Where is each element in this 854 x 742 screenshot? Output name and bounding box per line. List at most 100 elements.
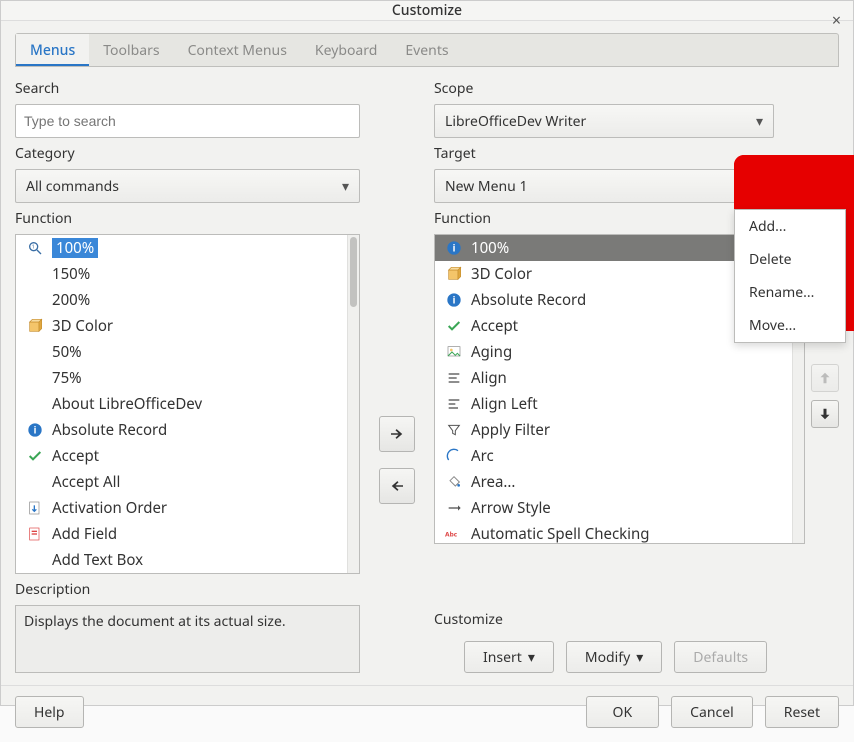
list-item-label: Add Field [52, 524, 117, 544]
filter-icon [445, 421, 463, 439]
list-item-label: Add Text Box [52, 550, 143, 570]
list-item-label: 150% [52, 264, 90, 284]
description-text: Displays the document at its actual size… [15, 605, 360, 673]
remove-from-target-button[interactable] [379, 468, 415, 504]
insert-button[interactable]: Insert▾ [464, 641, 554, 673]
blank-icon [26, 395, 44, 413]
function-list-left[interactable]: 1100% 150% 200% 3D Color 50% 75% About LibreOf… [15, 234, 360, 574]
scope-combo[interactable]: LibreOfficeDev Writer ▾ [434, 104, 774, 138]
check-icon [445, 317, 463, 335]
scope-value: LibreOfficeDev Writer [445, 112, 586, 131]
list-item[interactable]: 75% [16, 365, 359, 391]
scrollbar[interactable] [347, 235, 359, 573]
list-item-label: 200% [52, 290, 90, 310]
list-item-label: 3D Color [52, 316, 113, 336]
gear-menu-move[interactable]: Move... [735, 309, 845, 342]
list-item[interactable]: Align Left [435, 391, 804, 417]
list-item[interactable]: Activation Order [16, 495, 359, 521]
list-item[interactable]: Arrow Style [435, 495, 804, 521]
gear-menu-add[interactable]: Add... [735, 210, 845, 243]
list-item[interactable]: 150% [16, 261, 359, 287]
category-label: Category [15, 144, 360, 163]
dialog-footer: Help OK Cancel Reset [1, 685, 853, 742]
help-button[interactable]: Help [15, 696, 84, 728]
modify-button[interactable]: Modify▾ [566, 641, 662, 673]
move-down-button[interactable] [811, 400, 839, 428]
magnify-icon: 1 [26, 239, 44, 257]
list-item-label: Accept [471, 316, 518, 336]
move-up-button[interactable] [811, 364, 839, 392]
gear-menu-rename[interactable]: Rename... [735, 276, 845, 309]
chevron-down-icon: ▾ [528, 648, 535, 667]
list-item-label: Arc [471, 446, 494, 466]
list-item[interactable]: Accept All [16, 469, 359, 495]
scope-label: Scope [434, 79, 839, 98]
close-icon[interactable]: × [832, 9, 841, 31]
list-item[interactable]: 1100% [16, 235, 359, 261]
list-item-label: Accept All [52, 472, 120, 492]
list-item[interactable]: Add Text Box [16, 547, 359, 573]
chevron-down-icon: ▾ [756, 112, 763, 131]
blank-icon [26, 473, 44, 491]
search-input[interactable] [15, 104, 360, 138]
list-item-label: Accept [52, 446, 99, 466]
tab-bar: Menus Toolbars Context Menus Keyboard Ev… [15, 33, 839, 67]
tab-toolbars[interactable]: Toolbars [89, 34, 173, 66]
search-label: Search [15, 79, 360, 98]
tab-menus[interactable]: Menus [16, 34, 89, 66]
blank-icon [26, 343, 44, 361]
svg-text:i: i [453, 241, 456, 254]
gear-menu-popup: Add... Delete Rename... Move... [734, 209, 846, 343]
list-item[interactable]: 3D Color [16, 313, 359, 339]
list-item[interactable]: 50% [16, 339, 359, 365]
list-item-label: 50% [52, 342, 82, 362]
target-combo[interactable]: New Menu 1 ▾ [434, 169, 774, 203]
doc-arrow-icon [26, 499, 44, 517]
list-item[interactable]: Apply Filter [435, 417, 804, 443]
svg-text:i: i [453, 293, 456, 306]
abc-icon: Abc [445, 525, 463, 543]
reset-button[interactable]: Reset [765, 696, 839, 728]
info-icon: i [445, 291, 463, 309]
chevron-down-icon: ▾ [636, 648, 643, 667]
category-value: All commands [26, 177, 119, 196]
tab-context-menus[interactable]: Context Menus [174, 34, 301, 66]
bucket-icon [445, 473, 463, 491]
list-item[interactable]: Area... [435, 469, 804, 495]
customize-dialog: Customize × Menus Toolbars Context Menus… [0, 0, 854, 706]
category-combo[interactable]: All commands ▾ [15, 169, 360, 203]
svg-text:1: 1 [32, 243, 35, 251]
list-item[interactable]: Abc Automatic Spell Checking [435, 521, 804, 544]
list-item[interactable]: Arc [435, 443, 804, 469]
customize-label: Customize [434, 610, 839, 629]
target-value: New Menu 1 [445, 177, 527, 196]
list-item-label: Activation Order [52, 498, 167, 518]
gear-button[interactable] [782, 169, 822, 203]
list-item[interactable]: 200% [16, 287, 359, 313]
gear-menu-delete[interactable]: Delete [735, 243, 845, 276]
cancel-button[interactable]: Cancel [671, 696, 753, 728]
function-label-left: Function [15, 209, 360, 228]
defaults-button[interactable]: Defaults [674, 641, 767, 673]
list-item-label: About LibreOfficeDev [52, 394, 202, 414]
cube-icon [26, 317, 44, 335]
list-item[interactable]: iAbsolute Record [16, 417, 359, 443]
tab-keyboard[interactable]: Keyboard [301, 34, 391, 66]
list-item[interactable]: Add Field [16, 521, 359, 547]
list-item-label: Arrow Style [471, 498, 551, 518]
list-item[interactable]: About LibreOfficeDev [16, 391, 359, 417]
list-item[interactable]: Accept [16, 443, 359, 469]
check-icon [26, 447, 44, 465]
align-icon [445, 369, 463, 387]
target-label: Target [434, 144, 839, 163]
tab-events[interactable]: Events [391, 34, 462, 66]
ok-button[interactable]: OK [586, 696, 660, 728]
info-icon: i [26, 421, 44, 439]
arrow-left-icon [388, 477, 406, 495]
blank-icon [26, 265, 44, 283]
arc-icon [445, 447, 463, 465]
list-item-label: Apply Filter [471, 420, 550, 440]
add-to-target-button[interactable] [379, 416, 415, 452]
list-item-label: Automatic Spell Checking [471, 524, 650, 544]
list-item[interactable]: Align [435, 365, 804, 391]
